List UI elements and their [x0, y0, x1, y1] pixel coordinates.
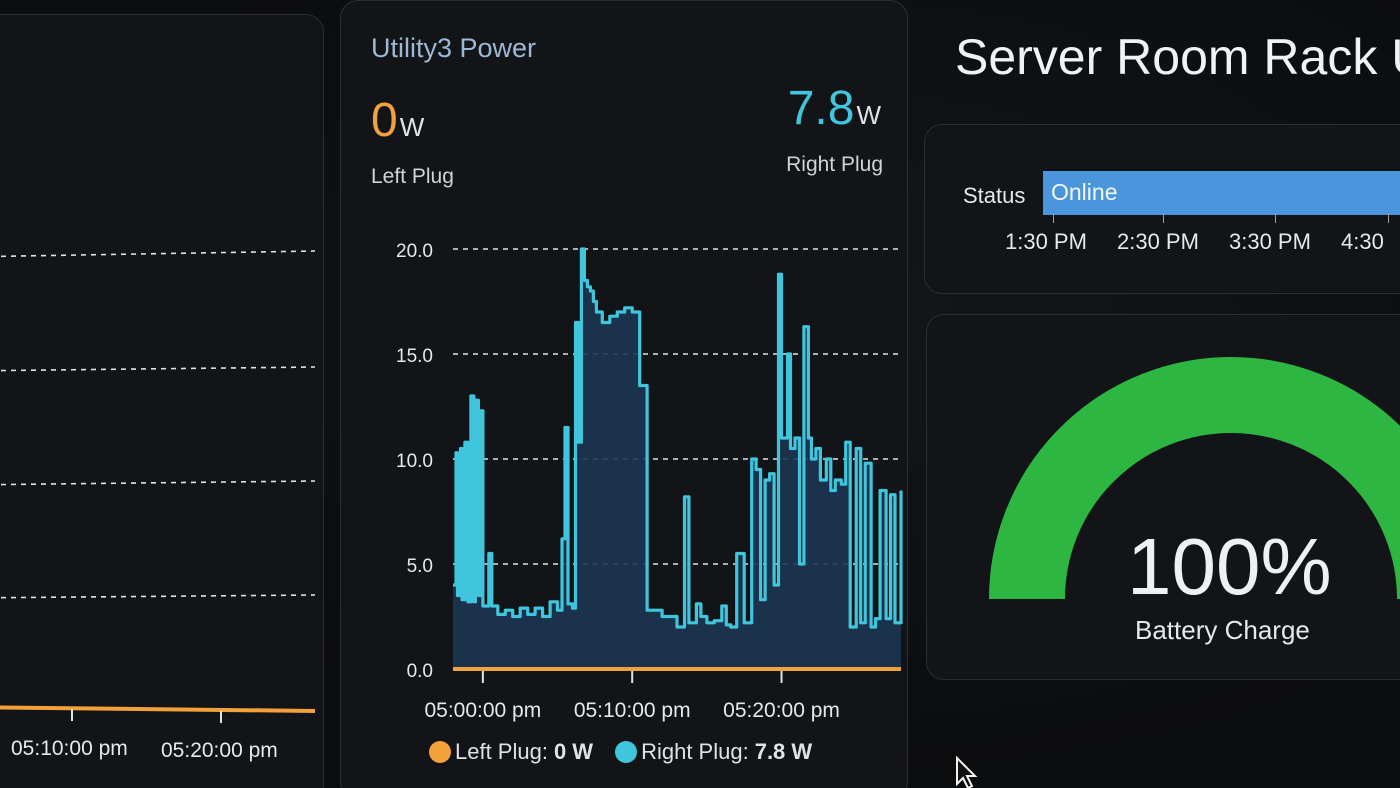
left-chart-grid — [0, 250, 316, 599]
left-chart-series-line — [0, 705, 316, 713]
power-chart-card-left: 05:10:00 pm 05:20:00 pm — [0, 14, 324, 788]
legend-label-right-plug[interactable]: Right Plug: — [641, 739, 749, 765]
x-tick-label: 05:10:00 pm — [574, 699, 691, 722]
left-x-label: 05:10:00 pm — [11, 737, 128, 760]
status-time-label: 4:30 — [1341, 229, 1384, 254]
status-time-label: 3:30 PM — [1229, 229, 1311, 254]
x-tick-label: 05:20:00 pm — [723, 699, 840, 722]
status-axis-ticks — [1043, 213, 1400, 225]
legend-label-left-plug[interactable]: Left Plug: — [455, 739, 548, 765]
chart-legend: Left Plug: 0 W Right Plug: 7.8 W — [429, 739, 812, 765]
legend-swatch-left-plug[interactable] — [429, 741, 451, 763]
x-tick-label: 05:00:00 pm — [424, 699, 541, 722]
status-timeline-bar[interactable]: Online — [1043, 171, 1400, 215]
status-time-label: 1:30 PM — [1005, 229, 1087, 254]
status-time-axis: 1:30 PM 2:30 PM 3:30 PM 4:30 — [1005, 229, 1400, 255]
power-chart: 0.0 5.0 10.0 15.0 20.0 05:00:00 pm 05:10:00 pm… — [396, 241, 903, 722]
legend-swatch-right-plug[interactable] — [615, 741, 638, 763]
utility-power-card: Utility3 Power 0W Left Plug 7.8W Right P… — [340, 0, 908, 788]
status-value: Online — [1051, 179, 1118, 205]
battery-charge-value: 100% — [1127, 522, 1332, 611]
status-time-label: 2:30 PM — [1117, 229, 1199, 254]
dashboard-screen: 05:10:00 pm 05:20:00 pm Utility3 Power 0… — [0, 0, 1400, 788]
battery-gauge-card: 100% Battery Charge — [926, 314, 1400, 680]
legend-value-right-plug: 7.8 W — [754, 739, 813, 764]
battery-charge-label: Battery Charge — [1135, 615, 1310, 645]
ups-status-card: Status Online 1:30 PM 2:30 PM 3:30 PM 4:30 — [924, 124, 1400, 294]
page-title: Server Room Rack UPS — [955, 29, 1400, 85]
y-tick-label: 0.0 — [407, 661, 433, 682]
y-tick-label: 15.0 — [396, 346, 433, 367]
mouse-cursor-icon — [956, 756, 978, 788]
y-tick-label: 5.0 — [407, 556, 433, 577]
y-tick-label: 10.0 — [396, 451, 433, 472]
left-chart — [0, 250, 316, 723]
status-label: Status — [963, 183, 1026, 208]
legend-value-left-plug: 0 W — [553, 739, 594, 764]
left-x-label: 05:20:00 pm — [161, 739, 278, 762]
y-tick-label: 20.0 — [396, 241, 433, 262]
